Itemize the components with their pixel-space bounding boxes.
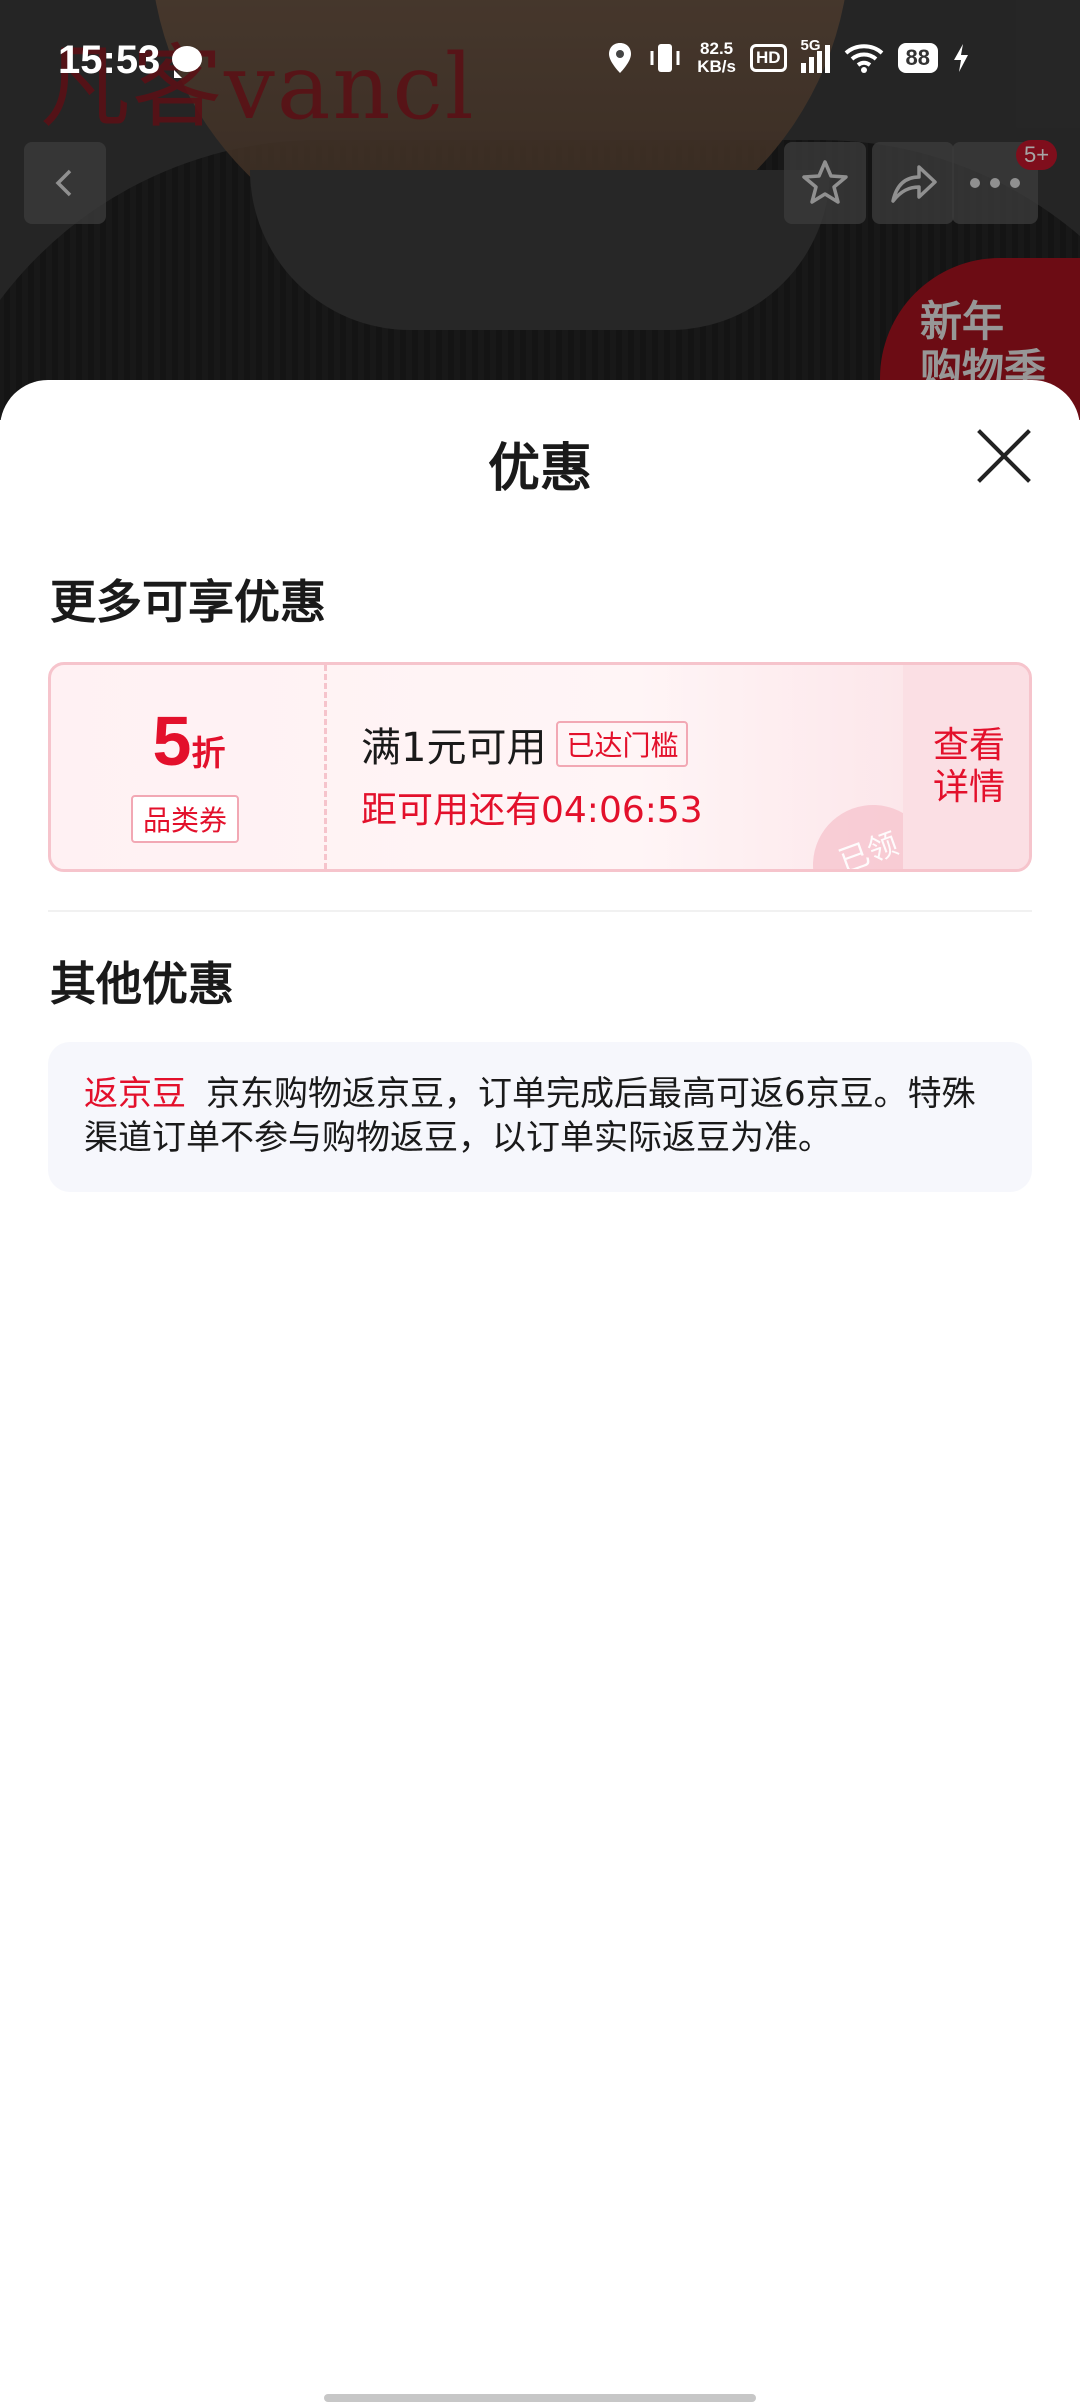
status-time: 15:53 — [58, 38, 161, 82]
jd-bean-offer-card: 返京豆 京东购物返京豆，订单完成后最高可返6京豆。特殊渠道订单不参与购物返豆，以订… — [48, 1042, 1032, 1192]
network-type: 5G — [800, 37, 821, 54]
hd-icon: HD — [749, 44, 787, 72]
section-divider — [48, 910, 1032, 912]
threshold-reached-tag: 已达门槛 — [556, 721, 689, 767]
status-icons: 82.5 KB/s HD 5G 88 — [607, 37, 970, 76]
discount-value: 5折 — [51, 701, 327, 781]
sheet-title: 优惠 — [487, 439, 592, 499]
coupon-value-area: 5折 品类券 — [51, 665, 327, 869]
status-bar: 15:53 82.5 KB/s HD 5G 88 — [0, 0, 1080, 120]
close-button[interactable] — [974, 426, 1034, 486]
net-speed-unit: KB/s — [697, 57, 736, 76]
category-coupon-tag: 品类券 — [131, 795, 240, 843]
signal-icon: 5G — [800, 37, 830, 73]
discount-number: 5 — [152, 702, 192, 780]
battery-indicator: 88 — [897, 43, 938, 73]
network-speed: 82.5 KB/s — [697, 40, 736, 76]
chat-bubble-icon — [172, 46, 202, 78]
other-offers-heading: 其他优惠 — [50, 957, 234, 1011]
coupon-sheet: 优惠 更多可享优惠 5折 品类券 满1元可用 已达门槛 距可用还有04:06:53… — [0, 380, 1080, 2408]
discount-unit: 折 — [191, 735, 226, 773]
condition-text: 满1元可用 — [361, 725, 547, 771]
location-icon — [609, 43, 632, 73]
view-details-button[interactable]: 查看 详情 — [903, 665, 1029, 869]
net-speed-value: 82.5 — [700, 39, 734, 58]
discount-coupon[interactable]: 5折 品类券 满1元可用 已达门槛 距可用还有04:06:53 已领 查看 详情 — [48, 662, 1032, 872]
details-line2: 详情 — [932, 767, 1005, 808]
jd-bean-tag: 返京豆 — [84, 1074, 186, 1114]
home-indicator[interactable] — [324, 2394, 756, 2402]
more-offers-heading: 更多可享优惠 — [50, 575, 326, 629]
wifi-icon — [844, 44, 883, 73]
coupon-info: 满1元可用 已达门槛 距可用还有04:06:53 — [361, 715, 703, 833]
charging-icon — [954, 44, 968, 72]
coupon-condition: 满1元可用 已达门槛 — [361, 715, 703, 773]
jd-bean-text: 京东购物返京豆，订单完成后最高可返6京豆。特殊渠道订单不参与购物返豆，以订单实际… — [84, 1074, 976, 1158]
vibrate-icon — [650, 44, 680, 72]
details-line1: 查看 — [932, 725, 1005, 766]
coupon-countdown: 距可用还有04:06:53 — [361, 790, 703, 831]
